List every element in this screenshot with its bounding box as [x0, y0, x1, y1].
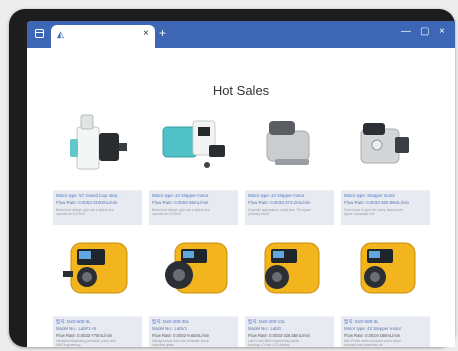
product-info: 型号: ExD-300-30L Model No.: LabV1 Flow Ra…	[149, 317, 238, 347]
tab-close-icon[interactable]: ×	[143, 28, 149, 39]
product-info: 型号: ExD-600-3L Motor type: 42 Stepper mo…	[341, 317, 430, 347]
product-info: 型号: ExD-300-13L Model No.: LabG Flow Rat…	[245, 317, 334, 347]
product-description-2: Industrial grade	[152, 343, 174, 347]
flow-rate-label: Flow Rate: 0.0024-160mL/min	[344, 333, 401, 338]
product-image	[53, 231, 142, 316]
product-card[interactable]: Motor type: 42 stepper motor Flow Rate: …	[245, 105, 334, 225]
flow-rate-label: Flow Rate: 0.0033-326.55mL/min	[248, 333, 310, 338]
product-info: Motor type: Stepper motor Flow Rate: 0.0…	[341, 191, 430, 225]
product-description-2: compact and embedded de	[344, 343, 383, 347]
product-description-2: housing,4.3 inch LCD display	[248, 343, 290, 347]
product-info: 型号: ExD-600-3L Model No.: LabF1-III Flow…	[53, 317, 142, 347]
model-number-label: Model No.: LabV1	[152, 326, 188, 331]
product-card[interactable]: 型号: ExD-300-30L Model No.: LabV1 Flow Ra…	[149, 231, 238, 347]
product-image	[341, 231, 430, 316]
flow-rate-label: Flow Rate: 0.0053-3100mL/min	[56, 200, 118, 205]
product-image	[341, 105, 430, 190]
model-number-label: Model No.: LabG	[248, 326, 282, 331]
flow-rate-label: Flow Rate: 0.0002-9.65mL/min	[152, 333, 210, 338]
motor-type-label: Motor type: Stepper motor	[344, 193, 396, 198]
product-description-2: MBS engineering	[56, 343, 81, 347]
motor-type-label: Motor type: 42 stepper motor	[152, 193, 209, 198]
site-favicon-icon: ◭	[57, 29, 64, 39]
product-info: Motor type: 57 closed loop step... Flow …	[53, 191, 142, 225]
flow-rate-label: Flow Rate: 0.0002-65mL/min	[152, 200, 209, 205]
tablet-screen: ◭ × + — ▢ × Hot Sales Motor type: 57 clo…	[27, 21, 455, 347]
page-title: Hot Sales	[212, 83, 270, 98]
product-card[interactable]: 型号: ExD-300-13L Model No.: LabG Flow Rat…	[245, 231, 334, 347]
motor-type-label: Motor type: 57 closed loop step...	[56, 193, 121, 198]
tablet-frame: ◭ × + — ▢ × Hot Sales Motor type: 57 clo…	[9, 9, 455, 347]
model-kr-label: 型号: ExD-600-3L	[56, 319, 91, 324]
model-kr-label: 型号: ExD-300-13L	[248, 319, 286, 324]
flow-rate-label: Flow Rate: 0.0033-360.89mL/min	[344, 200, 409, 205]
page-content: Hot Sales Motor type: 57 closed loop ste…	[27, 48, 455, 347]
new-tab-button[interactable]: +	[159, 26, 166, 40]
product-image	[149, 231, 238, 316]
product-card[interactable]: 型号: ExD-600-3L Motor type: 42 Stepper mo…	[341, 231, 430, 347]
tab-overview-icon[interactable]	[35, 29, 44, 38]
close-button[interactable]: ×	[439, 26, 445, 37]
product-info: Motor type: 42 stepper motor Flow Rate: …	[149, 191, 238, 225]
minimize-button[interactable]: —	[401, 26, 411, 37]
motor-type-label: Motor type: 42 stepper motor	[248, 193, 305, 198]
browser-tab[interactable]: ◭ ×	[51, 25, 155, 48]
product-description-2: space. Automatic tool	[344, 212, 375, 216]
maximize-button[interactable]: ▢	[420, 26, 429, 37]
model-kr-label: 型号: ExD-600-3L	[344, 319, 379, 324]
product-image	[53, 105, 142, 190]
product-card[interactable]: 型号: ExD-600-3L Model No.: LabF1-III Flow…	[53, 231, 142, 347]
product-description-2: pressing block !	[248, 212, 271, 216]
model-kr-label: 型号: ExD-300-30L	[152, 319, 190, 324]
product-description-2: experience! 6.6 inch	[56, 212, 85, 216]
flow-rate-label: Flow Rate: 0.0033-775mL/min	[56, 333, 113, 338]
product-card[interactable]: Motor type: 42 stepper motor Flow Rate: …	[149, 105, 238, 225]
product-info: Motor type: 42 stepper motor Flow Rate: …	[245, 191, 334, 225]
browser-title-bar: ◭ × + — ▢ ×	[27, 21, 455, 48]
flow-rate-label: Flow Rate: 0.0033-373.2mL/min	[248, 200, 311, 205]
product-image	[245, 105, 334, 190]
product-card[interactable]: Motor type: 57 closed loop step... Flow …	[53, 105, 142, 225]
model-number-label: Model No.: LabF1-III	[56, 326, 97, 331]
product-card[interactable]: Motor type: Stepper motor Flow Rate: 0.0…	[341, 105, 430, 225]
motor-type-label: Motor type: 42 Stepper motor	[344, 326, 402, 331]
product-description-2: experience! 4.3 inch	[152, 212, 181, 216]
product-image	[149, 105, 238, 190]
product-image	[245, 231, 334, 316]
